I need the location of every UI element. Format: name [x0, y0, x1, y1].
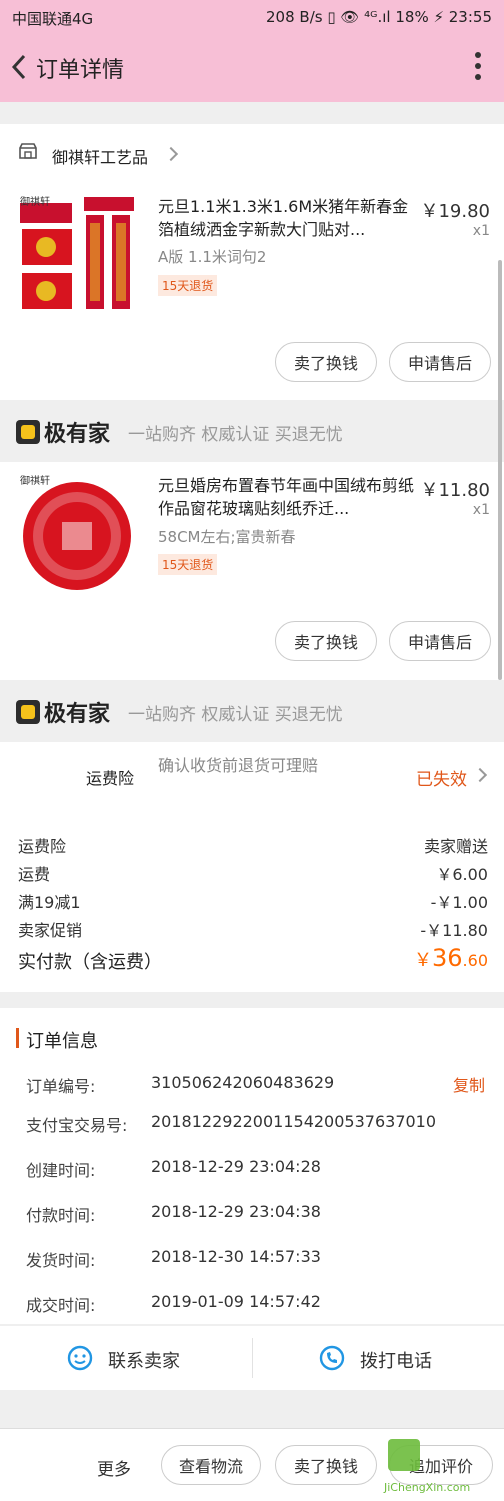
order-info-title: 订单信息 — [26, 1031, 98, 1052]
info-label: 付款时间: — [26, 1206, 96, 1225]
fee-value: 卖家赠送 — [423, 837, 488, 856]
contact-seller-button[interactable]: 联系卖家 — [108, 1347, 180, 1373]
call-phone-button[interactable]: 拨打电话 — [360, 1347, 432, 1373]
total-label: 实付款（含运费） — [18, 952, 162, 973]
brand-logo-icon — [16, 700, 40, 724]
product-variant: A版 1.1米词句2 — [158, 248, 267, 266]
brand-strip: 极有家 一站购齐 权威认证 买退无忧 — [0, 682, 504, 742]
insurance-label: 运费险 — [86, 769, 135, 788]
total-amount: ￥36.60 — [414, 944, 488, 972]
view-logistics-button[interactable]: 查看物流 — [161, 1445, 261, 1485]
product-variant: 58CM左右;富贵新春 — [158, 528, 296, 546]
brand-slogan: 一站购齐 权威认证 买退无忧 — [128, 425, 343, 445]
info-label: 创建时间: — [26, 1161, 96, 1180]
insurance-desc: 确认收货前退货可理赔 — [158, 756, 319, 775]
divider — [252, 1338, 253, 1378]
copy-button[interactable]: 复制 — [453, 1072, 485, 1096]
brand-slogan: 一站购齐 权威认证 买退无忧 — [128, 705, 343, 725]
return-tag: 15天退货 — [158, 554, 218, 575]
info-value: 310506242060483629 — [151, 1073, 335, 1092]
fee-label: 运费险 — [18, 837, 67, 856]
product-qty: x1 — [472, 223, 490, 239]
info-label: 成交时间: — [26, 1296, 96, 1315]
product-title[interactable]: 元旦婚房布置春节年画中国绒布剪纸作品窗花玻璃贴刻纸乔迁... — [158, 474, 418, 520]
info-label: 订单编号: — [26, 1077, 96, 1096]
brand-logo-icon — [16, 420, 40, 444]
sell-button[interactable]: 卖了换钱 — [275, 342, 377, 382]
status-bar: 中国联通4G 208 B/s ▯ 👁 ⁴ᴳ.ıl 18% ⚡ 23:55 — [0, 0, 504, 34]
chat-icon — [67, 1345, 93, 1371]
product-title[interactable]: 元旦1.1米1.3米1.6M米猪年新春金箔植绒洒金字新款大门贴对... — [158, 195, 418, 241]
brand-name: 极有家 — [44, 422, 111, 447]
fee-label: 卖家促销 — [18, 921, 83, 940]
info-value: 2018-12-29 23:04:38 — [151, 1202, 321, 1221]
total-dec: .60 — [462, 951, 488, 970]
after-sale-button[interactable]: 申请售后 — [389, 621, 491, 661]
return-tag: 15天退货 — [158, 275, 218, 296]
brand-name: 极有家 — [44, 702, 111, 727]
couplet-image — [20, 197, 134, 309]
product-price: ￥11.80 — [420, 480, 490, 501]
fee-label: 满19减1 — [18, 893, 81, 912]
watermark-text: JiChengXin.com — [384, 1481, 471, 1494]
fee-value: ￥6.00 — [436, 865, 488, 884]
more-button[interactable]: 更多 — [97, 1455, 131, 1480]
info-label: 发货时间: — [26, 1251, 96, 1270]
thumb-brand: 御祺轩 — [20, 197, 50, 208]
papercut-image — [23, 482, 131, 590]
shop-icon — [19, 143, 37, 159]
fee-label: 运费 — [18, 865, 51, 884]
insurance-status[interactable]: 已失效 — [416, 765, 467, 790]
more-options-icon[interactable] — [474, 52, 482, 82]
thumb-brand: 御祺轩 — [20, 476, 50, 487]
info-label: 支付宝交易号: — [26, 1116, 128, 1135]
info-value: 2018122922001154200537637010 — [151, 1112, 437, 1131]
total-currency: ￥ — [414, 950, 432, 971]
scrollbar[interactable] — [498, 260, 502, 680]
product-thumbnail[interactable]: 御祺轩 — [18, 193, 136, 313]
back-arrow-icon[interactable] — [8, 50, 30, 84]
total-int: 36 — [432, 944, 463, 972]
info-value: 2018-12-29 23:04:28 — [151, 1157, 321, 1176]
shop-name[interactable]: 御祺轩工艺品 — [52, 144, 148, 168]
watermark-logo-icon — [388, 1439, 420, 1471]
header-bar: 订单详情 — [0, 34, 504, 102]
info-value: 2019-01-09 14:57:42 — [151, 1292, 321, 1311]
section-marker — [16, 1028, 19, 1048]
product-price: ￥19.80 — [420, 201, 490, 222]
info-value: 2018-12-30 14:57:33 — [151, 1247, 321, 1266]
sell-button[interactable]: 卖了换钱 — [275, 621, 377, 661]
sell-button[interactable]: 卖了换钱 — [275, 1445, 377, 1485]
product-qty: x1 — [472, 502, 490, 518]
page-title: 订单详情 — [36, 58, 125, 83]
fee-value: -￥1.00 — [430, 893, 488, 912]
fee-value: -￥11.80 — [420, 921, 488, 940]
product-thumbnail[interactable]: 御祺轩 — [18, 472, 136, 592]
brand-strip: 极有家 一站购齐 权威认证 买退无忧 — [0, 402, 504, 462]
phone-icon — [319, 1345, 345, 1371]
after-sale-button[interactable]: 申请售后 — [389, 342, 491, 382]
status-right: 208 B/s ▯ 👁 ⁴ᴳ.ıl 18% ⚡ 23:55 — [266, 8, 492, 26]
bottom-action-bar: 更多 查看物流 卖了换钱 追加评价 JiChengXin.com — [0, 1428, 504, 1501]
carrier-text: 中国联通4G — [12, 10, 94, 28]
